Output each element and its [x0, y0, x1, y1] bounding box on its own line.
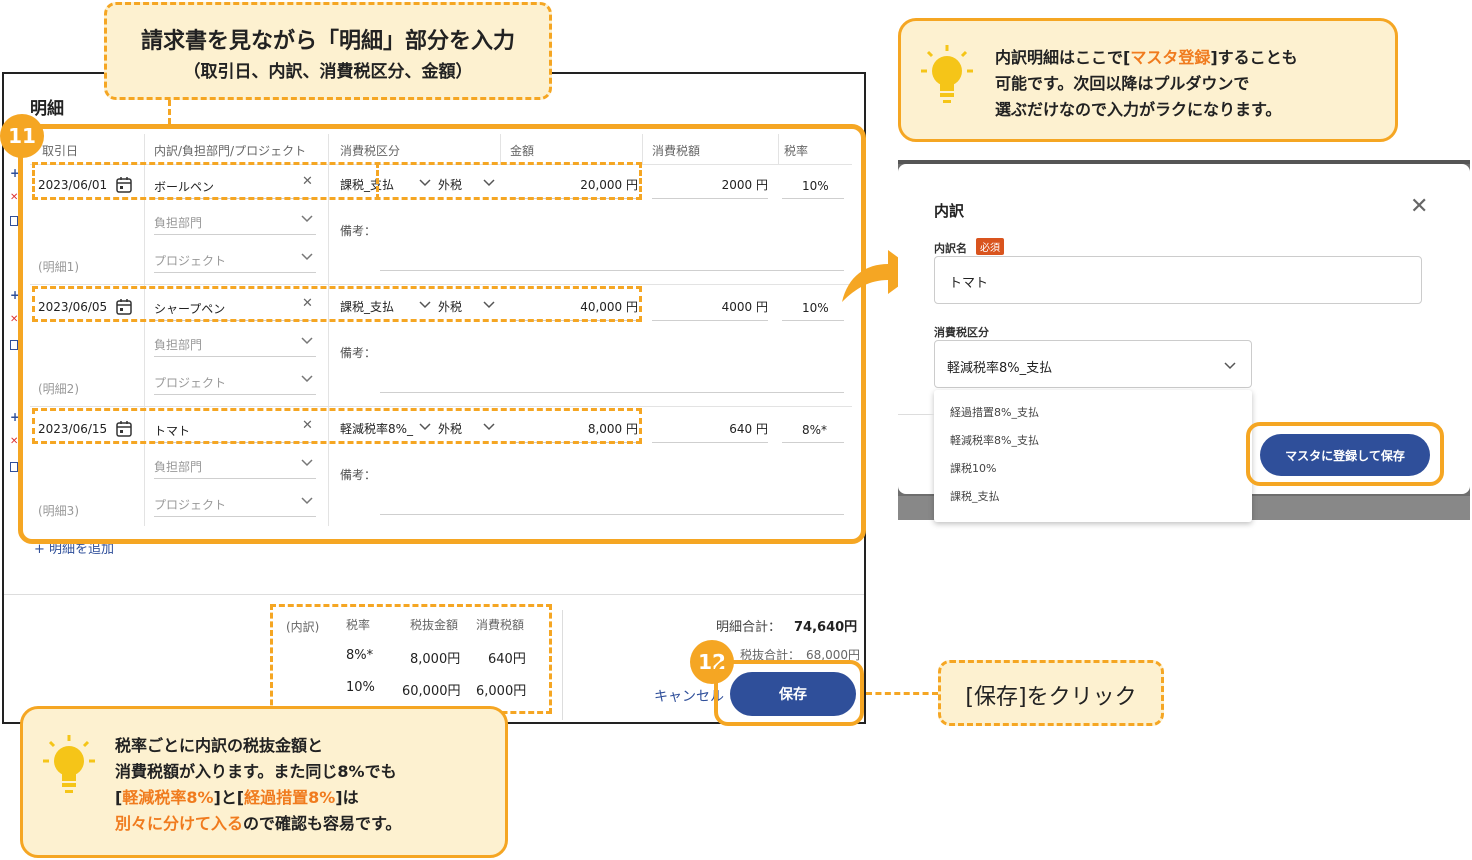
row3-highlight	[32, 408, 642, 444]
row3-rate[interactable]: 8%*	[802, 423, 827, 437]
col-header-item: 内訳/負担部門/プロジェクト	[154, 144, 307, 158]
lightbulb-icon	[921, 45, 973, 103]
col-header-rate: 税率	[784, 144, 809, 158]
tax-info-text: 税率ごとに内訳の税抜金額と 消費税額が入ります。また同じ8%でも [軽減税率8%…	[115, 733, 401, 837]
tax-info-line2: 消費税額が入ります。また同じ8%でも	[115, 762, 397, 781]
row2-highlight	[32, 286, 642, 322]
row1-dept[interactable]: 負担部門	[154, 214, 202, 231]
chevron-down-icon[interactable]	[300, 374, 314, 384]
tax-class-select[interactable]: 軽減税率8%_支払	[934, 340, 1252, 388]
input-instruction-callout: 請求書を見ながら「明細」部分を入力 （取引日、内訳、消費税区分、金額）	[104, 2, 552, 100]
row-copy-icon[interactable]	[10, 216, 18, 226]
row2-memo-label: 備考：	[340, 346, 377, 360]
row2-rate[interactable]: 10%	[802, 301, 829, 315]
modal-title: 内訳	[934, 202, 965, 220]
name-input-value: トマト	[949, 276, 989, 291]
row-copy-icon[interactable]	[10, 462, 18, 472]
tax-info-callout: 税率ごとに内訳の税抜金額と 消費税額が入ります。また同じ8%でも [軽減税率8%…	[20, 706, 508, 858]
tax-class-label: 消費税区分	[934, 326, 989, 339]
tax-class-dropdown: 経過措置8%_支払 軽減税率8%_支払 課税10% 課税_支払	[934, 390, 1252, 522]
divider-highlight	[376, 162, 379, 200]
row1-tax[interactable]: 2000 円	[652, 176, 768, 193]
chevron-down-icon[interactable]	[300, 252, 314, 262]
step-badge-11: 11	[0, 114, 44, 158]
tax-info-line4: 別々に分けて入るので確認も容易です。	[115, 814, 402, 833]
row1-memo-label: 備考：	[340, 224, 377, 238]
save-connector	[866, 692, 938, 695]
dropdown-option[interactable]: 経過措置8%_支払	[950, 404, 1039, 420]
close-icon[interactable]: ✕	[1410, 194, 1428, 219]
row-copy-icon[interactable]	[10, 340, 18, 350]
name-input[interactable]: トマト	[934, 256, 1422, 304]
row3-tax[interactable]: 640 円	[652, 420, 768, 437]
master-register-text: 内訳明細はここで[マスタ登録]することも 可能です。次回以降はプルダウンで 選ぶ…	[995, 45, 1298, 123]
chevron-down-icon[interactable]	[300, 458, 314, 468]
tax-class-value: 軽減税率8%_支払	[947, 361, 1053, 376]
row2-tax[interactable]: 4000 円	[652, 298, 768, 315]
row1-label: (明細1)	[38, 260, 79, 274]
master-register-callout: 内訳明細はここで[マスタ登録]することも 可能です。次回以降はプルダウンで 選ぶ…	[898, 18, 1398, 142]
lightbulb-icon	[43, 735, 95, 793]
required-badge: 必須	[976, 238, 1004, 255]
dropdown-option[interactable]: 軽減税率8%_支払	[950, 432, 1039, 448]
col-header-taxclass: 消費税区分	[340, 144, 401, 158]
chevron-down-icon[interactable]	[1223, 361, 1237, 371]
tax-info-line3: [軽減税率8%]と[経過措置8%]は	[115, 788, 359, 807]
col-header-amount: 金額	[510, 144, 535, 158]
master-line3: 選ぶだけなので入力がラクになります。	[995, 100, 1282, 119]
chevron-down-icon[interactable]	[300, 336, 314, 346]
col-header-tax: 消費税額	[652, 144, 701, 158]
tax-info-line1: 税率ごとに内訳の税抜金額と	[115, 736, 324, 755]
save-callout: [保存]をクリック	[938, 660, 1164, 726]
total-value: 74,640円	[794, 620, 858, 635]
row3-memo-label: 備考：	[340, 468, 377, 482]
row1-rate[interactable]: 10%	[802, 179, 829, 193]
col-header-date: 取引日	[42, 144, 79, 158]
save-callout-text: [保存]をクリック	[965, 685, 1137, 710]
row2-dept[interactable]: 負担部門	[154, 336, 202, 353]
callout-line2: （取引日、内訳、消費税区分、金額）	[183, 62, 473, 82]
row3-label: (明細3)	[38, 504, 79, 518]
row2-project[interactable]: プロジェクト	[154, 374, 226, 391]
row2-label: (明細2)	[38, 382, 79, 396]
master-line1: 内訳明細はここで[マスタ登録]することも	[995, 48, 1298, 67]
row3-project[interactable]: プロジェクト	[154, 496, 226, 513]
save-button-highlight	[714, 660, 864, 726]
summary-highlight	[270, 604, 552, 714]
dropdown-option[interactable]: 課税10%	[950, 460, 996, 476]
master-line2: 可能です。次回以降はプルダウンで	[995, 74, 1250, 93]
row3-dept[interactable]: 負担部門	[154, 458, 202, 475]
callout-line1: 請求書を見ながら「明細」部分を入力	[140, 29, 515, 54]
dropdown-option[interactable]: 課税_支払	[950, 488, 1000, 504]
chevron-down-icon[interactable]	[300, 214, 314, 224]
register-button-highlight	[1246, 422, 1444, 486]
row1-highlight	[32, 162, 642, 200]
chevron-down-icon[interactable]	[300, 496, 314, 506]
name-label: 内訳名	[934, 242, 967, 255]
callout-connector	[168, 100, 171, 124]
panel-title: 明細	[30, 99, 64, 119]
row1-project[interactable]: プロジェクト	[154, 252, 226, 269]
total-label: 明細合計：	[716, 620, 782, 635]
